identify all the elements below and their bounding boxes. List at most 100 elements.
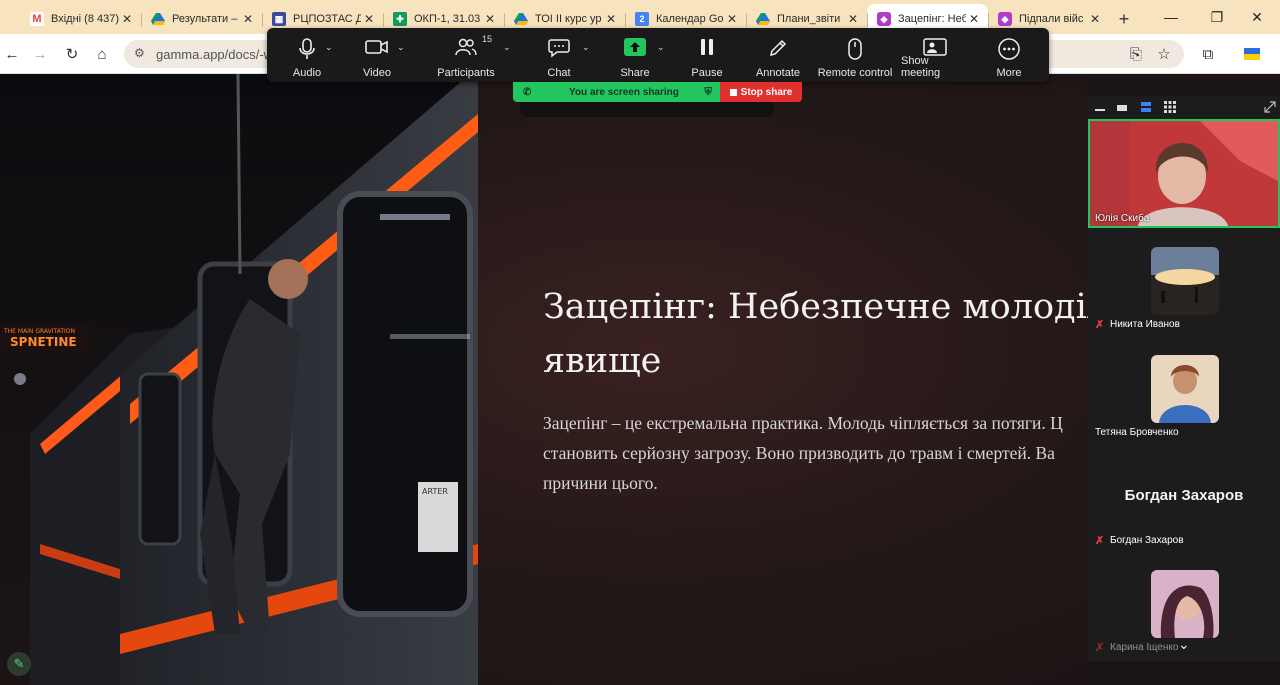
drive-icon [756,12,770,26]
subway-surfing-photo: THE MAIN GRAVITATION SPNETINE ARTER [0,74,478,685]
sheets-slides-icon: ▦ [272,12,286,26]
new-tab-button[interactable]: + [1109,4,1139,34]
drive-icon [151,12,165,26]
tab-title: Плани_звіти [777,13,841,25]
extensions-icon[interactable]: ⧉ [1196,42,1220,66]
mic-muted-icon: ✗ [1095,319,1105,331]
phone-icon: ✆ [523,86,532,98]
toolbar-label: Chat [547,67,571,79]
stop-share-button[interactable]: Stop share [720,82,802,102]
calendar-icon: 2 [635,12,649,26]
tab-close-icon[interactable]: ✕ [240,12,256,26]
video-options-chevron-icon[interactable]: ⌄ [397,42,405,53]
browser-tab-gmail[interactable]: M Вхідні (8 437) ✕ [20,4,141,34]
back-button[interactable]: ← [0,42,24,66]
participant-video-tetiana[interactable] [1151,355,1219,423]
forward-button[interactable]: → [28,42,52,66]
tab-title: ОКП-1, 31.03 [414,13,481,25]
minimize-panel-icon[interactable] [1094,100,1108,112]
remote-control-button[interactable]: Remote control [817,28,893,82]
presentation-slide: THE MAIN GRAVITATION SPNETINE ARTER Заце… [0,74,1088,685]
participants-options-chevron-icon[interactable]: ⌄ [503,42,511,53]
tab-close-icon[interactable]: ✕ [603,12,619,26]
tab-title: Підпали війс [1019,13,1084,25]
expand-panel-icon[interactable] [1264,100,1278,113]
slide-title: Зацепінг: Небезпечне молодіжн явище [543,287,1088,381]
participant-name: Богдан Захаров [1110,535,1184,546]
sheets-icon: ✚ [393,12,407,26]
drive-icon [514,12,528,26]
toolbar-label: Annotate [755,67,801,79]
toolbar-label: Show meeting [901,55,941,79]
active-speaker-video[interactable]: Юлія Скиба [1088,119,1280,228]
tab-close-icon[interactable]: ✕ [1087,12,1103,26]
pause-icon [701,39,713,55]
tab-close-icon[interactable]: ✕ [482,12,498,26]
reload-button[interactable]: ↻ [60,42,84,66]
stop-share-label: Stop share [740,86,793,98]
tab-close-icon[interactable]: ✕ [119,12,135,26]
site-info-icon[interactable]: ⚙ [134,46,145,60]
tab-title: Зацепінг: Неб [898,13,966,25]
more-icon [998,38,1020,60]
stop-square-icon [729,88,737,96]
install-app-icon[interactable]: ⎘ [1124,42,1148,66]
chat-icon [548,39,570,58]
toolbar-label: More [996,67,1022,79]
audio-button[interactable]: Audio [285,28,329,82]
tab-close-icon[interactable]: ✕ [724,12,740,26]
toolbar-label: Audio [292,67,322,79]
sign-text: THE MAIN GRAVITATION [3,328,75,335]
edit-pencil-icon[interactable]: ✎ [7,652,31,676]
chat-button[interactable]: Chat [539,28,579,82]
show-meeting-button[interactable]: Show meeting [901,28,969,82]
profile-avatar[interactable] [1240,42,1264,66]
tab-close-icon[interactable]: ✕ [966,12,982,26]
show-meeting-icon [923,38,947,56]
strip-view-icon[interactable] [1140,100,1154,112]
participant-name: Никита Иванов [1110,319,1180,330]
home-button[interactable]: ⌂ [90,42,114,66]
tab-close-icon[interactable]: ✕ [361,12,377,26]
toolbar-label: Pause [691,67,723,79]
tab-title: ТОІ ІІ курс ур [535,13,602,25]
share-options-chevron-icon[interactable]: ⌄ [657,42,665,53]
bookmark-star-icon[interactable]: ☆ [1152,42,1176,66]
audio-options-chevron-icon[interactable]: ⌄ [325,42,333,53]
tab-close-icon[interactable]: ✕ [845,12,861,26]
video-camera-icon [365,40,388,54]
sharing-status-text: You are screen sharing [569,86,679,98]
panel-view-controls [1088,96,1280,118]
gallery-view-icon[interactable] [1164,100,1178,113]
toolbar-label: Video [363,67,391,79]
chat-options-chevron-icon[interactable]: ⌄ [582,42,590,53]
browser-tab-results[interactable]: Результати – ✕ [141,4,262,34]
screen-sharing-banner: ✆ You are screen sharing ⛨ [513,82,720,102]
video-button[interactable]: Video [355,28,399,82]
speaker-view-icon[interactable] [1116,100,1130,112]
shield-icon: ⛨ [704,86,713,98]
annotate-button[interactable]: Annotate [753,28,803,82]
more-options-button[interactable]: More [989,28,1029,82]
pause-share-button[interactable]: Pause [687,28,727,82]
mic-muted-icon: ✗ [1095,642,1105,654]
mouse-icon [848,38,862,60]
close-window-button[interactable]: ✕ [1234,0,1280,34]
minimize-button[interactable]: — [1148,0,1194,34]
scroll-down-chevron-icon[interactable]: ⌄ [1178,636,1190,653]
gamma-icon: ◆ [998,12,1012,26]
participant-name: Карина Іщенко [1110,642,1179,653]
banner-backdrop [520,102,774,117]
zoom-meeting-toolbar: Audio ⌄ Video ⌄ Participants 15 ⌄ Chat ⌄… [267,28,1049,82]
participants-count: 15 [482,34,493,44]
toolbar-label: Share [620,67,650,79]
participant-name: Тетяна Бровченко [1095,427,1179,438]
pencil-icon [769,39,787,57]
tab-title: Результати – [172,13,238,25]
gmail-icon: M [30,12,44,26]
tab-title: Вхідні (8 437) [51,13,119,25]
participant-video-nikita[interactable] [1151,247,1219,315]
participant-name-placeholder: Богдан Захаров [1124,487,1244,504]
share-button[interactable]: Share [615,28,655,82]
participant-video-karina[interactable] [1151,570,1219,638]
